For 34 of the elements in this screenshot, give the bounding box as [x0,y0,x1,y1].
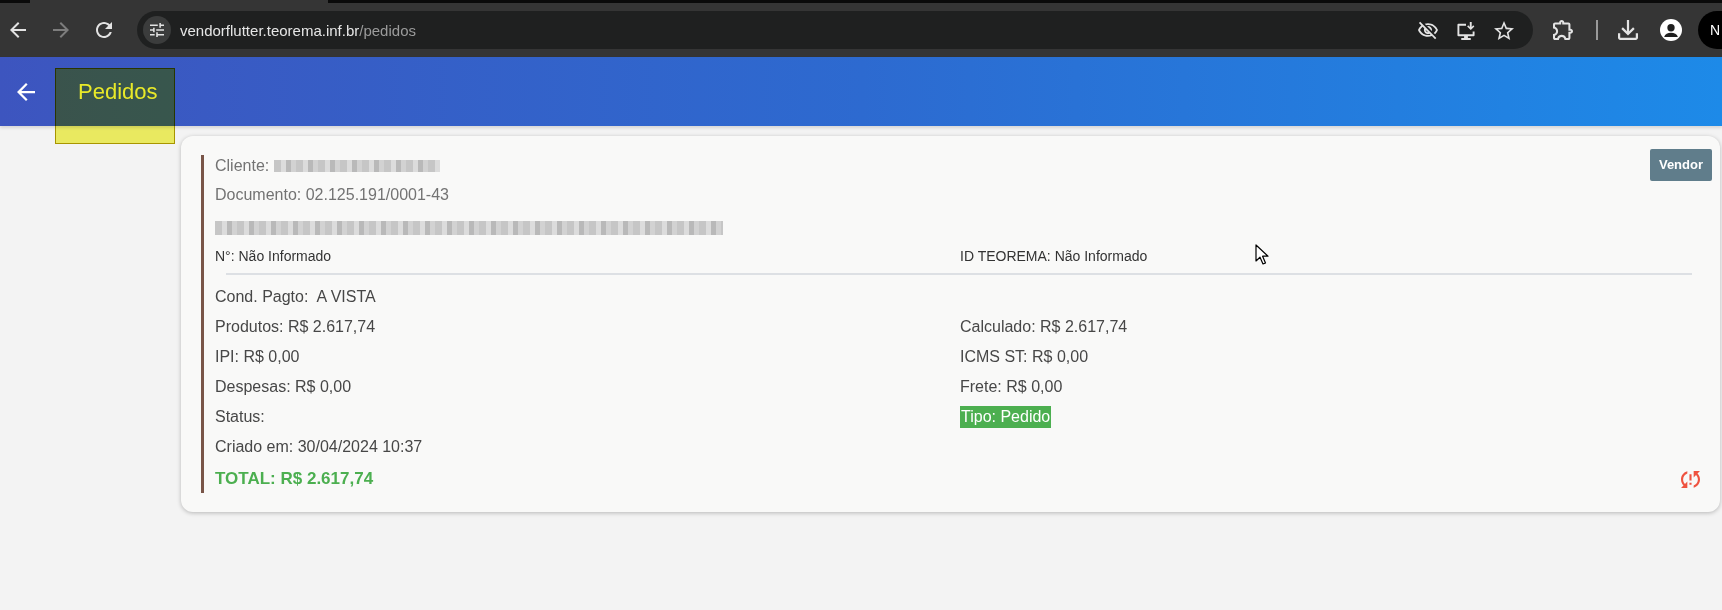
monitor-download-icon[interactable] [1456,20,1476,40]
field-text: IPI: R$ 0,00 [215,347,300,367]
puzzle-icon[interactable] [1553,20,1573,40]
reload-icon [96,22,112,38]
field-text: Cond. Pagto: A VISTA [215,287,376,307]
star-icon[interactable] [1494,20,1514,40]
site-info-button[interactable] [143,16,171,44]
field-text: ICMS ST: R$ 0,00 [960,347,1089,367]
mouse-pointer-icon [1255,244,1269,265]
avatar-button[interactable]: N [1698,11,1722,49]
address-bar[interactable]: vendorflutter.teorema.inf.br/pedidos [137,11,1533,49]
info-text: ID TEOREMA: Não Informado [960,248,1148,264]
field-text: Criado em: 30/04/2024 10:37 [215,437,423,457]
download-icon[interactable] [1618,20,1638,40]
sliders-icon [150,23,164,37]
field-text: Calculado: R$ 2.617,74 [960,317,1128,337]
field-text: Frete: R$ 0,00 [960,377,1063,397]
field-text: Status: [215,407,265,427]
info-text: N°: Não Informado [215,248,332,264]
page-title: Pedidos [78,77,158,106]
field-text: Despesas: R$ 0,00 [215,377,352,397]
document-text: Documento: 02.125.191/0001-43 [215,185,449,205]
profile-icon[interactable] [1660,19,1682,41]
url-text[interactable]: vendorflutter.teorema.inf.br/pedidos [180,21,416,39]
sync-warning-icon[interactable] [1681,470,1700,488]
client-label: Cliente: [215,156,270,176]
field-text: Produtos: R$ 2.617,74 [215,317,376,337]
arrow-right-icon [53,22,69,38]
total-text: TOTAL: R$ 2.617,74 [215,468,374,490]
role-badge: Vendor [1649,149,1712,181]
arrow-left-icon[interactable] [17,82,35,101]
type-tag: Tipo: Pedido [960,406,1052,428]
arrow-left-icon [10,22,26,38]
eye-slash-icon[interactable] [1418,20,1438,40]
